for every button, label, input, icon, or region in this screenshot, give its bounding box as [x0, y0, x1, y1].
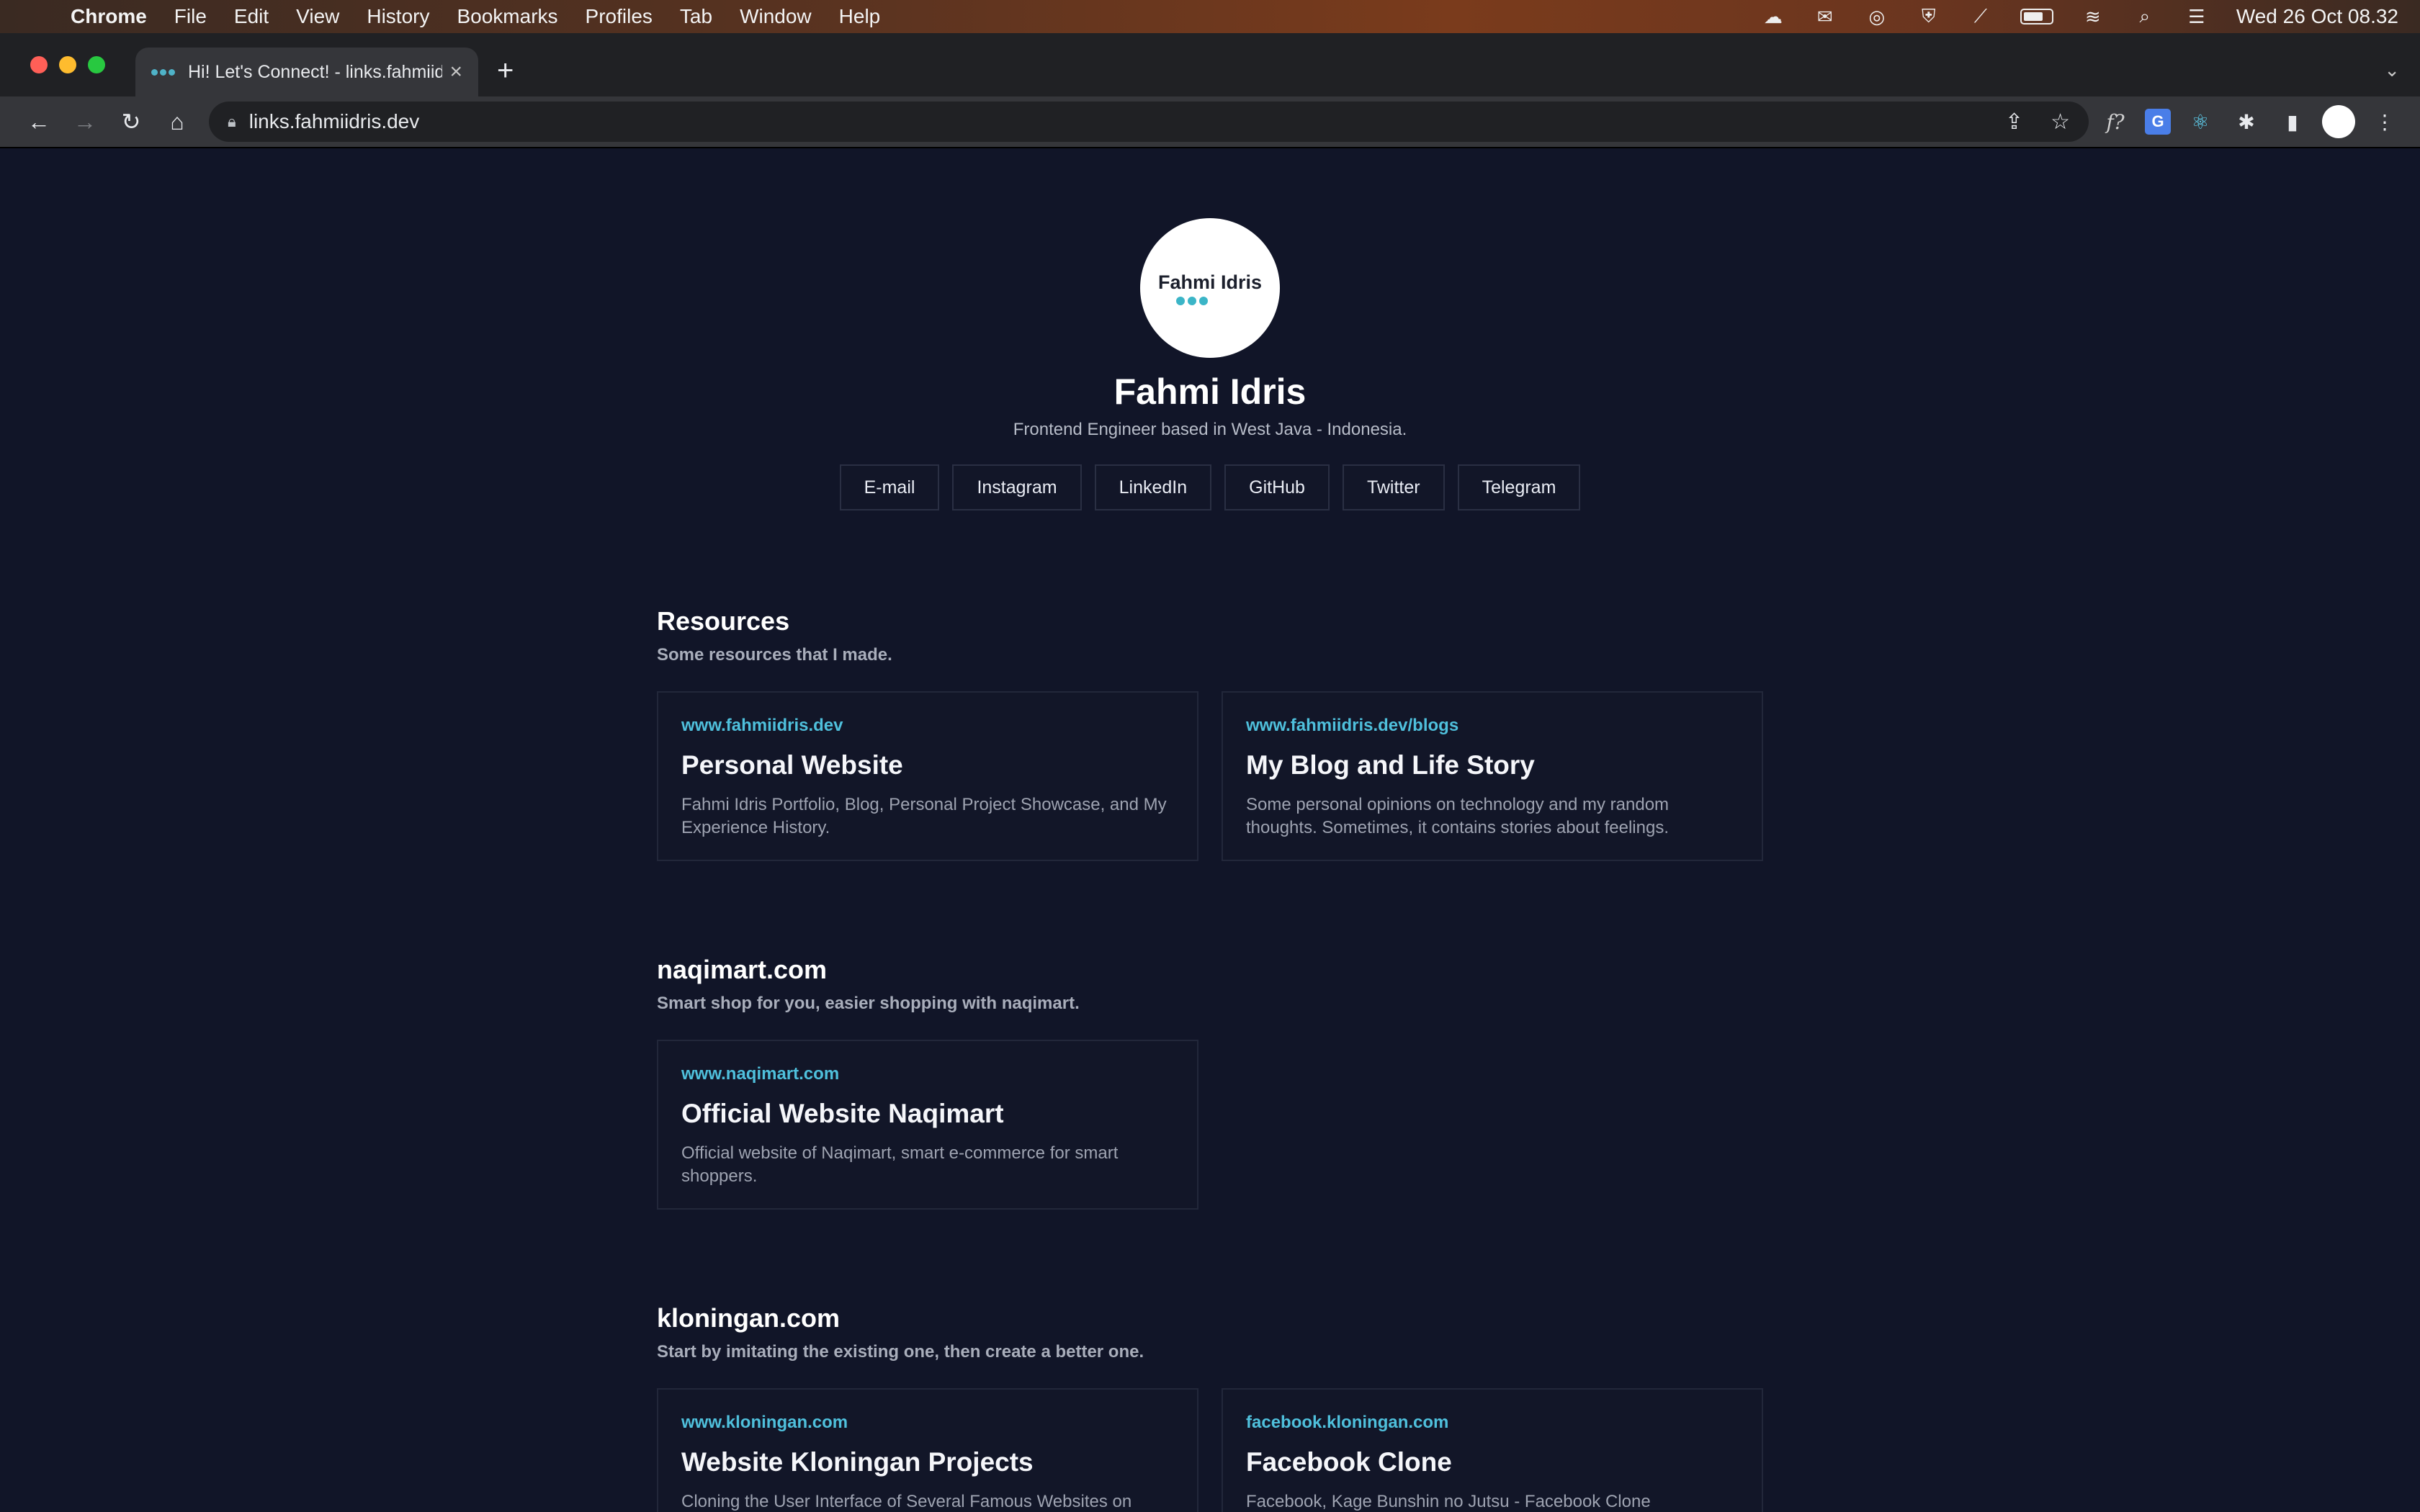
tab-active[interactable]: Hi! Let's Connect! - links.fahmiidris.de… [135, 48, 478, 96]
browser-toolbar: ← → ↻ ⌂ 🔒︎ links.fahmiidris.dev ⇪ ☆ f? G… [0, 96, 2420, 148]
section-title: kloningan.com [657, 1303, 841, 1333]
section-description: Some resources that I made. [657, 645, 892, 665]
link-card-kloningan[interactable]: www.kloningan.com Website Kloningan Proj… [657, 1388, 1198, 1512]
minimize-window-button[interactable] [59, 56, 76, 73]
section-kloningan: kloningan.com Start by imitating the exi… [657, 1303, 1763, 1512]
cloud-app-icon[interactable]: ☁ [1761, 6, 1785, 27]
control-center-icon[interactable]: ☰ [2184, 6, 2209, 27]
section-title: Resources [657, 606, 790, 636]
maximize-window-button[interactable] [88, 56, 105, 73]
shield-icon[interactable]: ⛨ [1917, 5, 1941, 27]
social-links: E-mail Instagram LinkedIn GitHub Twitter… [0, 464, 2420, 510]
card-title: Website Kloningan Projects [681, 1447, 1034, 1477]
card-description: Fahmi Idris Portfolio, Blog, Personal Pr… [681, 795, 1167, 837]
wifi-icon[interactable]: ≋ [2081, 6, 2105, 27]
link-card-personal-website[interactable]: www.fahmiidris.dev Personal Website Fahm… [657, 691, 1198, 861]
extensions-puzzle-icon[interactable]: ✱ [2230, 105, 2263, 138]
card-title: My Blog and Life Story [1246, 750, 1535, 780]
lock-icon[interactable]: 🔒︎ [228, 112, 236, 131]
search-icon[interactable]: ⌕ [2133, 5, 2157, 27]
email-link-button[interactable]: E-mail [839, 464, 940, 510]
github-link-button[interactable]: GitHub [1224, 464, 1330, 510]
card-url: www.kloningan.com [681, 1413, 848, 1432]
link-card-facebook-clone[interactable]: facebook.kloningan.com Facebook Clone Fa… [1222, 1388, 1763, 1512]
section-naqimart: naqimart.com Smart shop for you, easier … [657, 955, 1763, 1210]
forward-arrow-icon[interactable]: → [62, 102, 108, 142]
card-title: Official Website Naqimart [681, 1099, 1004, 1128]
profile-name: Fahmi Idris [1113, 372, 1307, 412]
bookmark-star-icon[interactable]: ☆ [2051, 109, 2070, 135]
card-title: Facebook Clone [1246, 1447, 1452, 1477]
card-grid: www.kloningan.com Website Kloningan Proj… [657, 1388, 1763, 1512]
menu-tab[interactable]: Tab [680, 5, 712, 28]
profile-header: Fahmi Idris Fahmi Idris Frontend Enginee… [0, 218, 2420, 510]
tab-search-chevron-icon[interactable]: ⌄ [2384, 59, 2400, 81]
menu-history[interactable]: History [367, 5, 429, 28]
site-favicon-icon [151, 68, 175, 76]
more-menu-icon[interactable]: ⋮ [2368, 105, 2401, 138]
profile-tagline: Frontend Engineer based in West Java - I… [1013, 420, 1407, 439]
status-area: ☁ ✉ ◎ ⛨ ⟋ ≋ ⌕ ☰ Wed 26 Oct 08.32 [1761, 5, 2398, 28]
logo-dots-icon [1176, 296, 1208, 305]
card-url: www.fahmiidris.dev [681, 716, 843, 735]
side-panel-icon[interactable]: ▮ [2276, 105, 2309, 138]
react-devtools-extension-icon[interactable]: ⚛ [2184, 105, 2217, 138]
clock[interactable]: Wed 26 Oct 08.32 [2236, 5, 2398, 28]
profile-avatar[interactable] [2322, 105, 2355, 138]
new-tab-icon[interactable]: + [497, 55, 514, 87]
back-arrow-icon[interactable]: ← [16, 102, 62, 142]
menu-file[interactable]: File [174, 5, 207, 28]
globe-icon[interactable]: ◎ [1865, 6, 1889, 27]
menu-help[interactable]: Help [839, 5, 881, 28]
menu-edit[interactable]: Edit [234, 5, 269, 28]
section-description: Start by imitating the existing one, the… [657, 1342, 1144, 1362]
card-title: Personal Website [681, 750, 903, 780]
extensions-area: f? G ⚛ ✱ ▮ ⋮ [2099, 105, 2401, 138]
mute-icon[interactable]: ⟋ [1968, 5, 1993, 27]
tab-title: Hi! Let's Connect! - links.fahmiidris.de… [188, 61, 443, 82]
google-translate-extension-icon[interactable]: G [2145, 109, 2171, 135]
menu-bookmarks[interactable]: Bookmarks [457, 5, 557, 28]
close-window-button[interactable] [30, 56, 48, 73]
section-resources: Resources Some resources that I made. ww… [657, 606, 1763, 861]
message-icon[interactable]: ✉ [1813, 6, 1837, 27]
card-grid: www.naqimart.com Official Website Naqima… [657, 1040, 1763, 1210]
close-tab-icon[interactable]: × [449, 60, 462, 84]
card-description: Cloning the User Interface of Several Fa… [681, 1492, 1132, 1511]
link-card-blog[interactable]: www.fahmiidris.dev/blogs My Blog and Lif… [1222, 691, 1763, 861]
window-controls [30, 56, 105, 73]
card-url: www.fahmiidris.dev/blogs [1246, 716, 1459, 735]
telegram-link-button[interactable]: Telegram [1457, 464, 1581, 510]
logo-text: Fahmi Idris [1157, 271, 1263, 293]
section-description: Smart shop for you, easier shopping with… [657, 994, 1080, 1013]
card-grid: www.fahmiidris.dev Personal Website Fahm… [657, 691, 1763, 861]
font-finder-extension-icon[interactable]: f? [2099, 105, 2132, 138]
battery-icon[interactable] [2020, 9, 2053, 24]
section-title: naqimart.com [657, 955, 828, 984]
instagram-link-button[interactable]: Instagram [952, 464, 1082, 510]
linkedin-link-button[interactable]: LinkedIn [1094, 464, 1212, 510]
profile-logo: Fahmi Idris [1140, 218, 1280, 358]
card-description: Facebook, Kage Bunshin no Jutsu - Facebo… [1246, 1492, 1651, 1511]
twitter-link-button[interactable]: Twitter [1342, 464, 1445, 510]
web-page: Fahmi Idris Fahmi Idris Frontend Enginee… [0, 150, 2420, 1512]
address-bar[interactable]: 🔒︎ links.fahmiidris.dev ⇪ ☆ [209, 102, 2089, 142]
share-icon[interactable]: ⇪ [2005, 109, 2023, 135]
home-icon[interactable]: ⌂ [154, 102, 200, 142]
card-description: Some personal opinions on technology and… [1246, 795, 1670, 837]
tab-strip: Hi! Let's Connect! - links.fahmiidris.de… [0, 33, 2420, 96]
reload-icon[interactable]: ↻ [108, 102, 154, 142]
card-url: www.naqimart.com [681, 1064, 840, 1084]
menu-window[interactable]: Window [740, 5, 812, 28]
menu-profiles[interactable]: Profiles [586, 5, 653, 28]
menu-view[interactable]: View [296, 5, 339, 28]
card-url: facebook.kloningan.com [1246, 1413, 1449, 1432]
card-description: Official website of Naqimart, smart e-co… [681, 1143, 1119, 1186]
macos-menu-bar: Chrome File Edit View History Bookmarks … [0, 0, 2420, 33]
menu-app-chrome[interactable]: Chrome [71, 5, 147, 28]
link-card-naqimart[interactable]: www.naqimart.com Official Website Naqima… [657, 1040, 1198, 1210]
url-text[interactable]: links.fahmiidris.dev [249, 110, 1978, 133]
